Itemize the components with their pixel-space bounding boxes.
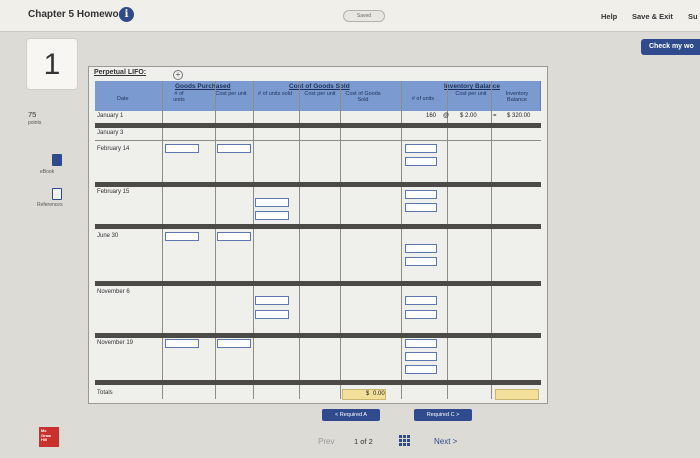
jan1-balance-value: $ 320.00 bbox=[507, 113, 531, 119]
totals-label: Totals bbox=[97, 390, 113, 396]
units-inventory-input[interactable] bbox=[405, 365, 437, 374]
worksheet-title: Perpetual LIFO: bbox=[94, 69, 147, 76]
points-value: 75 bbox=[28, 110, 37, 119]
next-button[interactable]: Next > bbox=[434, 437, 457, 446]
date-label: February 15 bbox=[97, 189, 130, 195]
cost-purchased-input[interactable] bbox=[217, 144, 251, 153]
info-icon[interactable]: i bbox=[119, 7, 134, 22]
row-separator bbox=[95, 182, 541, 187]
jan1-units-value: 160 bbox=[426, 113, 437, 119]
units-purchased-input[interactable] bbox=[165, 339, 199, 348]
cost-purchased-input[interactable] bbox=[217, 339, 251, 348]
total-cogs-dollar: $ bbox=[366, 391, 370, 397]
col-header-units-sold: # of units sold bbox=[258, 91, 292, 97]
column-divider bbox=[340, 81, 341, 399]
save-exit-button[interactable]: Save & Exit bbox=[632, 12, 673, 21]
row-line bbox=[95, 140, 541, 141]
col-header-cost-sold: Cost per unit bbox=[304, 91, 336, 97]
ebook-icon[interactable] bbox=[52, 154, 62, 166]
points-label: points bbox=[28, 120, 42, 126]
units-purchased-input[interactable] bbox=[165, 144, 199, 153]
date-label: June 30 bbox=[97, 233, 119, 239]
date-label: January 3 bbox=[97, 130, 124, 136]
column-divider bbox=[253, 81, 254, 399]
page-total: of 2 bbox=[360, 437, 373, 446]
units-inventory-input[interactable] bbox=[405, 310, 437, 319]
saved-status-badge: Saved bbox=[343, 10, 385, 22]
help-button[interactable]: Help bbox=[601, 12, 617, 21]
required-c-button[interactable]: Required C > bbox=[414, 409, 472, 421]
units-inventory-input[interactable] bbox=[405, 190, 437, 199]
date-label: February 14 bbox=[97, 146, 130, 152]
column-divider bbox=[299, 81, 300, 399]
col-header-cost-purchased: Cost per unit bbox=[215, 91, 247, 97]
units-sold-input[interactable] bbox=[255, 296, 289, 305]
prev-button[interactable]: Prev bbox=[318, 437, 334, 446]
column-divider bbox=[162, 81, 163, 399]
units-inventory-input[interactable] bbox=[405, 257, 437, 266]
lifo-worksheet: Perpetual LIFO: + Goods Purchased Cost o… bbox=[88, 66, 548, 404]
references-icon[interactable] bbox=[52, 188, 62, 200]
row-separator bbox=[95, 281, 541, 286]
units-inventory-input[interactable] bbox=[405, 296, 437, 305]
column-divider bbox=[401, 81, 402, 399]
page-indicator: 1 of 2 bbox=[354, 437, 373, 446]
units-sold-input[interactable] bbox=[255, 310, 289, 319]
question-number: 1 bbox=[26, 38, 78, 90]
total-cogs-value: 0.00 bbox=[373, 391, 385, 397]
units-inventory-input[interactable] bbox=[405, 144, 437, 153]
column-divider bbox=[215, 81, 216, 399]
col-header-cogs: Cost of Goods Sold bbox=[345, 91, 381, 103]
units-inventory-input[interactable] bbox=[405, 339, 437, 348]
col-header-units-inventory: # of units bbox=[411, 96, 435, 102]
add-row-icon[interactable]: + bbox=[173, 70, 183, 80]
cost-purchased-input[interactable] bbox=[217, 232, 251, 241]
mcgraw-hill-logo: Mc Graw Hill bbox=[39, 427, 59, 447]
row-separator bbox=[95, 224, 541, 229]
col-header-date: Date bbox=[117, 96, 129, 102]
references-link[interactable]: References bbox=[37, 202, 63, 208]
date-label: November 6 bbox=[97, 289, 130, 295]
column-divider bbox=[491, 81, 492, 399]
units-sold-input[interactable] bbox=[255, 211, 289, 220]
units-inventory-input[interactable] bbox=[405, 157, 437, 166]
date-label: November 19 bbox=[97, 340, 134, 346]
jan1-at-sign: @ bbox=[443, 113, 450, 119]
jan1-equals-sign: = bbox=[493, 113, 497, 119]
units-inventory-input[interactable] bbox=[405, 244, 437, 253]
col-header-inventory-balance: Inventory Balance bbox=[505, 91, 529, 103]
units-inventory-input[interactable] bbox=[405, 352, 437, 361]
group-header-purchased: Goods Purchased bbox=[175, 83, 231, 90]
total-inventory-cell bbox=[495, 389, 539, 400]
check-my-work-button[interactable]: Check my wo bbox=[641, 39, 700, 55]
ebook-link[interactable]: eBook bbox=[40, 169, 54, 175]
jan1-cost-value: $ 2.00 bbox=[460, 113, 477, 119]
submit-button[interactable]: Su bbox=[688, 12, 698, 21]
assignment-title: Chapter 5 Homework bbox=[28, 9, 129, 20]
column-divider bbox=[447, 81, 448, 399]
row-separator bbox=[95, 333, 541, 338]
row-separator bbox=[95, 123, 541, 128]
date-label: January 1 bbox=[97, 113, 124, 119]
units-sold-input[interactable] bbox=[255, 198, 289, 207]
required-a-button[interactable]: < Required A bbox=[322, 409, 380, 421]
col-header-cost-inventory: Cost per unit bbox=[455, 91, 487, 97]
col-header-units-purchased: # of units bbox=[173, 91, 185, 103]
grid-icon[interactable] bbox=[399, 435, 410, 446]
units-purchased-input[interactable] bbox=[165, 232, 199, 241]
page-current: 1 bbox=[354, 437, 359, 446]
top-bar: Chapter 5 Homework i Saved Help Save & E… bbox=[0, 0, 700, 32]
units-inventory-input[interactable] bbox=[405, 203, 437, 212]
row-separator bbox=[95, 380, 541, 385]
